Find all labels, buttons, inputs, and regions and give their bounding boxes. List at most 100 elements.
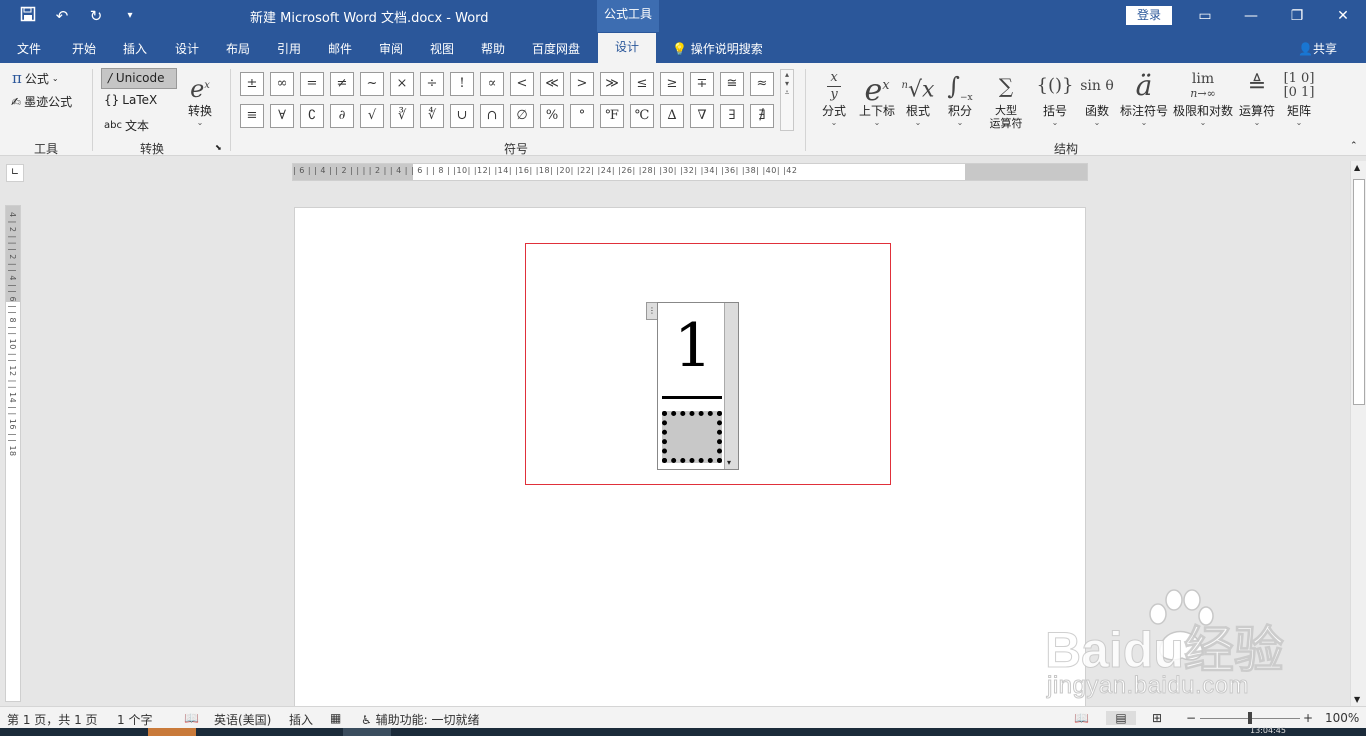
tab-insert[interactable]: 插入	[123, 40, 147, 57]
language-indicator[interactable]: 英语(美国)	[214, 711, 271, 728]
fraction-button[interactable]: xy 分式 ⌄	[817, 68, 851, 128]
vertical-scrollbar[interactable]: ▲ ▼	[1350, 161, 1366, 706]
large-operator-button[interactable]: ∑ 大型 运算符	[980, 68, 1032, 130]
symbol-button[interactable]: √	[360, 104, 384, 128]
fraction-numerator[interactable]: 1	[674, 311, 712, 381]
taskbar-app[interactable]	[343, 728, 391, 736]
operator-button[interactable]: ≜ 运算符 ⌄	[1236, 68, 1278, 128]
dialog-launcher-icon[interactable]: ⬊	[215, 143, 222, 152]
zoom-out-icon[interactable]: −	[1186, 711, 1196, 725]
insert-equation-button[interactable]: π 公式 ⌄	[12, 69, 59, 87]
symbol-button[interactable]: ≫	[600, 72, 624, 96]
macro-record-icon[interactable]: ▦	[330, 711, 341, 725]
symbol-button[interactable]: ∪	[450, 104, 474, 128]
collapse-ribbon-icon[interactable]: ⌃	[1350, 141, 1358, 151]
word-count[interactable]: 1 个字	[117, 711, 152, 728]
symbol-button[interactable]: ÷	[420, 72, 444, 96]
bracket-button[interactable]: {()} 括号 ⌄	[1036, 68, 1074, 128]
read-mode-icon[interactable]: 📖	[1074, 711, 1089, 725]
tab-home[interactable]: 开始	[72, 40, 96, 57]
tab-help[interactable]: 帮助	[481, 40, 505, 57]
close-button[interactable]: ✕	[1320, 0, 1366, 32]
minimize-button[interactable]: —	[1228, 0, 1274, 32]
unicode-button[interactable]: / Unicode	[101, 68, 177, 89]
maximize-button[interactable]: ❐	[1274, 0, 1320, 32]
latex-button[interactable]: {} LaTeX	[104, 93, 157, 107]
symbol-button[interactable]: ~	[360, 72, 384, 96]
scroll-up-icon[interactable]: ▲	[1354, 163, 1360, 172]
tab-baidu-netdisk[interactable]: 百度网盘	[532, 40, 580, 57]
tab-layout[interactable]: 布局	[226, 40, 250, 57]
tell-me-search[interactable]: 💡 操作说明搜索	[672, 40, 763, 57]
symbol-button[interactable]: ∀	[270, 104, 294, 128]
scroll-down-icon[interactable]: ▼	[1354, 695, 1360, 704]
document-page[interactable]: ⋮ 1 ▾	[294, 207, 1086, 707]
zoom-slider-thumb[interactable]	[1248, 712, 1252, 724]
taskbar-app[interactable]	[148, 728, 196, 736]
symbol-button[interactable]: <	[510, 72, 534, 96]
symbol-button[interactable]: ∞	[270, 72, 294, 96]
ink-equation-button[interactable]: ✍ 墨迹公式	[11, 93, 72, 110]
undo-icon[interactable]: ↶	[52, 6, 72, 26]
equation-object[interactable]: 1 ▾	[657, 302, 739, 470]
symbol-button[interactable]: =	[300, 72, 324, 96]
zoom-in-icon[interactable]: +	[1303, 711, 1313, 725]
symbol-button[interactable]: ℃	[630, 104, 654, 128]
proofing-icon[interactable]: 📖	[184, 711, 199, 725]
function-button[interactable]: sin θ 函数 ⌄	[1078, 68, 1116, 128]
symbol-button[interactable]: ≅	[720, 72, 744, 96]
integral-button[interactable]: ∫−x 积分 ⌄	[942, 68, 978, 128]
page-count[interactable]: 第 1 页，共 1 页	[7, 711, 98, 728]
tab-equation-design[interactable]: 设计	[598, 33, 656, 63]
ribbon-display-options-icon[interactable]: ▭	[1182, 0, 1228, 32]
tab-selector[interactable]: ∟	[6, 164, 24, 182]
symbol-button[interactable]: ∁	[300, 104, 324, 128]
symbol-button[interactable]: ∝	[480, 72, 504, 96]
symbol-button[interactable]: ≥	[660, 72, 684, 96]
customize-qat-icon[interactable]: ▾	[120, 6, 140, 26]
zoom-level[interactable]: 100%	[1325, 711, 1359, 725]
symbol-button[interactable]: ∄	[750, 104, 774, 128]
horizontal-ruler[interactable]: | 6 | | 4 | | 2 | | | | 2 | | 4 | | 6 | …	[292, 163, 1088, 181]
tab-design[interactable]: 设计	[175, 40, 199, 57]
script-button[interactable]: ex 上下标 ⌄	[856, 68, 898, 128]
tab-mailings[interactable]: 邮件	[328, 40, 352, 57]
symbol-button[interactable]: %	[540, 104, 564, 128]
symbol-button[interactable]: ∓	[690, 72, 714, 96]
matrix-button[interactable]: [1 0] [0 1] 矩阵 ⌄	[1280, 68, 1318, 128]
symbol-button[interactable]: ∩	[480, 104, 504, 128]
equation-options-bar[interactable]: ▾	[724, 303, 738, 469]
save-icon[interactable]	[18, 6, 38, 26]
symbol-button[interactable]: ∅	[510, 104, 534, 128]
symbol-button[interactable]: ℉	[600, 104, 624, 128]
symbol-button[interactable]: ≤	[630, 72, 654, 96]
radical-button[interactable]: n√x 根式 ⌄	[900, 68, 936, 128]
redo-icon[interactable]: ↻	[86, 6, 106, 26]
tab-review[interactable]: 审阅	[379, 40, 403, 57]
symbol-button[interactable]: ∃	[720, 104, 744, 128]
web-layout-icon[interactable]: ⊞	[1152, 711, 1162, 725]
normal-text-button[interactable]: abc 文本	[104, 117, 149, 134]
fraction-denominator-placeholder[interactable]	[662, 411, 722, 463]
share-button[interactable]: 👤共享	[1298, 40, 1337, 57]
tab-references[interactable]: 引用	[277, 40, 301, 57]
symbol-button[interactable]: !	[450, 72, 474, 96]
symbol-button[interactable]: ∜	[420, 104, 444, 128]
symbol-button[interactable]: ≡	[240, 104, 264, 128]
print-layout-icon[interactable]: ▤	[1106, 711, 1136, 725]
symbol-button[interactable]: ≪	[540, 72, 564, 96]
symbol-button[interactable]: ≈	[750, 72, 774, 96]
tab-file[interactable]: 文件	[17, 40, 41, 57]
symbol-button[interactable]: ∂	[330, 104, 354, 128]
convert-button[interactable]: ex 转换 ⌄	[183, 68, 217, 128]
symbol-button[interactable]: >	[570, 72, 594, 96]
symbol-button[interactable]: ×	[390, 72, 414, 96]
insert-mode[interactable]: 插入	[289, 711, 313, 728]
tab-view[interactable]: 视图	[430, 40, 454, 57]
login-button[interactable]: 登录	[1126, 6, 1172, 25]
vertical-ruler[interactable]: 4 | 2 | | | 2 | | 4 | | 6 | | 8 | | 10 |…	[5, 205, 21, 702]
limit-button[interactable]: lim n→∞ 极限和对数 ⌄	[1172, 68, 1234, 128]
symbol-button[interactable]: ±	[240, 72, 264, 96]
accent-button[interactable]: ä 标注符号 ⌄	[1118, 68, 1170, 128]
accessibility-status[interactable]: ♿ 辅助功能: 一切就绪	[361, 711, 479, 728]
